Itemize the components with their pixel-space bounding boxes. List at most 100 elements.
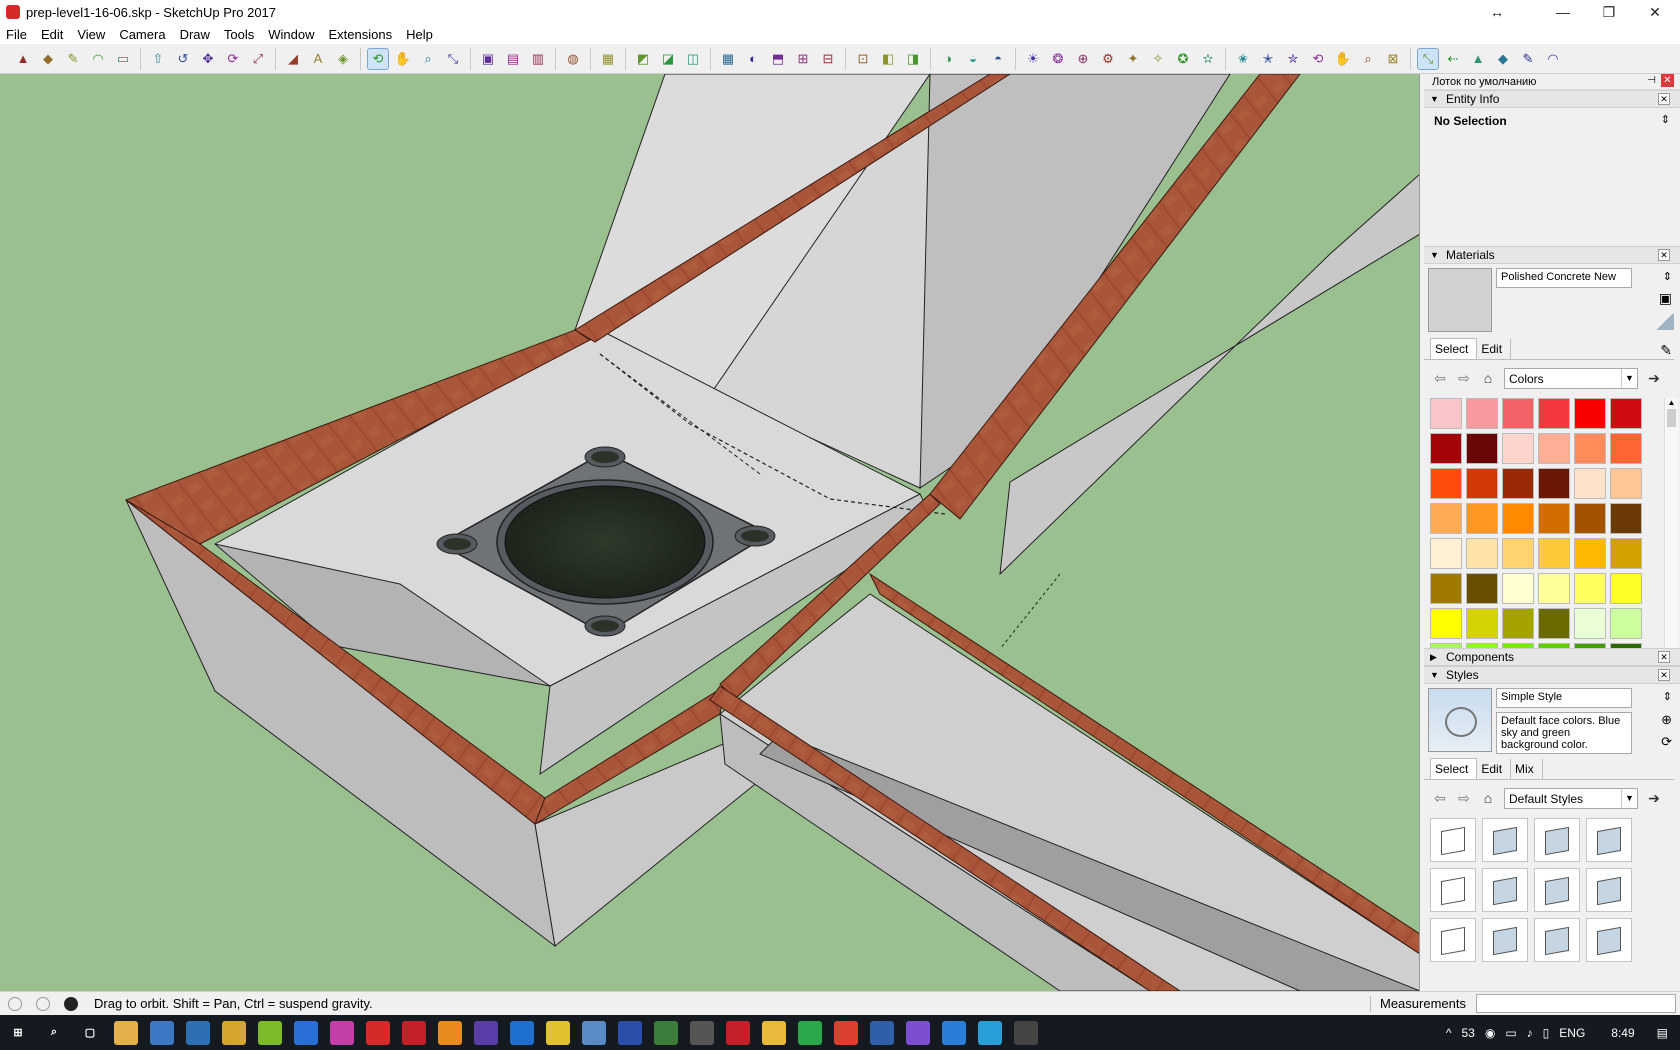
material-library-select[interactable]: Colors ▼ xyxy=(1504,367,1638,389)
materials-scrollbar[interactable]: ▲ xyxy=(1664,398,1678,648)
pin-icon[interactable]: ⊣ xyxy=(1647,75,1656,86)
photoshop-icon[interactable] xyxy=(294,1020,318,1045)
export-7-tool-button[interactable]: ⊠ xyxy=(1382,48,1404,70)
xray-tool-button[interactable]: ⊡ xyxy=(852,48,874,70)
shaded-tool-button[interactable]: ◒ xyxy=(962,48,984,70)
style-thumbnail[interactable] xyxy=(1430,868,1476,912)
warehouse-tool-button[interactable]: ▣ xyxy=(477,48,499,70)
language-indicator[interactable]: ENG xyxy=(1559,1026,1585,1040)
app-hand-icon[interactable] xyxy=(222,1020,246,1045)
tape-measure-tool-button[interactable]: ◢ xyxy=(282,48,304,70)
color-swatch[interactable] xyxy=(1538,608,1570,639)
menu-draw[interactable]: Draw xyxy=(180,27,210,42)
home-icon[interactable]: ⌂ xyxy=(1480,370,1496,386)
scroll-thumb[interactable] xyxy=(1667,409,1676,427)
color-swatch[interactable] xyxy=(1610,608,1642,639)
select-tool-button[interactable]: ▲ xyxy=(12,48,34,70)
export-4-tool-button[interactable]: ⟲ xyxy=(1307,48,1329,70)
menu-tools[interactable]: Tools xyxy=(224,27,254,42)
style-thumbnail[interactable] xyxy=(1482,818,1528,862)
app-ball-icon[interactable] xyxy=(690,1020,714,1045)
eraser-tool-button[interactable]: ◆ xyxy=(37,48,59,70)
tab-select[interactable]: Select xyxy=(1430,758,1478,779)
color-swatch[interactable] xyxy=(1538,398,1570,429)
tab-edit[interactable]: Edit xyxy=(1477,759,1512,779)
section-fill-tool-button[interactable]: ⬒ xyxy=(767,48,789,70)
zoom-extents-tool-button[interactable]: ⤡ xyxy=(442,48,464,70)
style-thumbnail[interactable] xyxy=(1430,818,1476,862)
back-arrow-icon[interactable]: ⇦ xyxy=(1432,790,1448,807)
export-2-tool-button[interactable]: ✭ xyxy=(1257,48,1279,70)
app-monitor-icon[interactable] xyxy=(186,1020,210,1045)
zoom-2-tool-button[interactable]: ▲ xyxy=(1467,48,1489,70)
explorer-icon[interactable] xyxy=(114,1020,138,1045)
clock[interactable]: 8:49 xyxy=(1611,1026,1634,1040)
color-swatch[interactable] xyxy=(1610,468,1642,499)
paint-bucket-tool-button[interactable]: ◈ xyxy=(332,48,354,70)
components-header[interactable]: ▶ Components ✕ xyxy=(1424,648,1680,666)
zoom-window-tool-button[interactable]: ◆ xyxy=(1492,48,1514,70)
zoom-extents-2-tool-button[interactable]: ✎ xyxy=(1517,48,1539,70)
menu-view[interactable]: View xyxy=(77,27,105,42)
back-edges-tool-button[interactable]: ◧ xyxy=(877,48,899,70)
style-name-field[interactable]: Simple Style xyxy=(1496,688,1632,708)
color-swatch[interactable] xyxy=(1538,573,1570,604)
color-swatch[interactable] xyxy=(1466,573,1498,604)
export-5-tool-button[interactable]: ✋ xyxy=(1332,48,1354,70)
color-swatch[interactable] xyxy=(1610,573,1642,604)
color-swatch[interactable] xyxy=(1430,573,1462,604)
menu-help[interactable]: Help xyxy=(406,27,433,42)
menu-extensions[interactable]: Extensions xyxy=(329,27,393,42)
details-icon[interactable]: ➔ xyxy=(1646,790,1662,807)
user-account-icon[interactable] xyxy=(64,996,78,1011)
app-green-icon[interactable] xyxy=(258,1020,282,1045)
style-preview-thumbnail[interactable] xyxy=(1428,688,1492,752)
app-chat-icon[interactable] xyxy=(798,1020,822,1045)
walk-tool-button[interactable]: ☀ xyxy=(1022,48,1044,70)
forward-arrow-icon[interactable]: ⇨ xyxy=(1456,790,1472,807)
color-swatch[interactable] xyxy=(1430,608,1462,639)
app-mail-icon[interactable] xyxy=(834,1020,858,1045)
fog-tool-button[interactable]: ⚙ xyxy=(1097,48,1119,70)
create-style-icon[interactable]: ⊕ xyxy=(1661,712,1672,728)
textured-tool-button[interactable]: ◓ xyxy=(987,48,1009,70)
entity-info-close-icon[interactable]: ✕ xyxy=(1658,93,1670,105)
color-swatch[interactable] xyxy=(1466,608,1498,639)
color-swatch[interactable] xyxy=(1430,398,1462,429)
styles-close-icon[interactable]: ✕ xyxy=(1658,669,1670,681)
push-pull-tool-button[interactable]: ⇧ xyxy=(147,48,169,70)
details-arrow-icon[interactable]: ⇕ xyxy=(1663,690,1672,703)
tab-edit[interactable]: Edit xyxy=(1477,339,1512,359)
color-swatch[interactable] xyxy=(1502,398,1534,429)
globe-tool-button[interactable]: ✪ xyxy=(1172,48,1194,70)
default-material-icon[interactable] xyxy=(1654,314,1674,330)
pencil-tool-button[interactable]: ✎ xyxy=(62,48,84,70)
arc-tool-button[interactable]: ◠ xyxy=(87,48,109,70)
materials-close-icon[interactable]: ✕ xyxy=(1658,249,1670,261)
style-thumbnail[interactable] xyxy=(1586,918,1632,962)
move-tool-button[interactable]: ✥ xyxy=(197,48,219,70)
section-plane-tool-button[interactable]: ▦ xyxy=(717,48,739,70)
notifications-icon[interactable]: ▤ xyxy=(1657,1026,1668,1040)
style-thumbnail[interactable] xyxy=(1482,868,1528,912)
share-model-tool-button[interactable]: ▥ xyxy=(527,48,549,70)
position-camera-tool-button[interactable]: ⊟ xyxy=(817,48,839,70)
color-swatch[interactable] xyxy=(1466,503,1498,534)
style-thumbnail[interactable] xyxy=(1534,868,1580,912)
section-display-tool-button[interactable]: ◐ xyxy=(742,48,764,70)
color-swatch[interactable] xyxy=(1574,608,1606,639)
menu-edit[interactable]: Edit xyxy=(41,27,63,42)
tab-mix[interactable]: Mix xyxy=(1511,759,1543,779)
menu-file[interactable]: File xyxy=(6,27,27,42)
color-swatch[interactable] xyxy=(1538,468,1570,499)
model-viewport[interactable] xyxy=(0,74,1420,991)
follow-me-tool-button[interactable]: ↺ xyxy=(172,48,194,70)
app-gear-icon[interactable] xyxy=(150,1020,174,1045)
shadows-tool-button[interactable]: ⊕ xyxy=(1072,48,1094,70)
color-swatch[interactable] xyxy=(1502,573,1534,604)
battery-icon[interactable]: ▯ xyxy=(1543,1026,1550,1040)
forward-arrow-icon[interactable]: ⇨ xyxy=(1456,370,1472,387)
entity-info-details-icon[interactable]: ⇕ xyxy=(1661,113,1670,126)
tray-close-icon[interactable]: ✕ xyxy=(1661,74,1674,87)
style-thumbnail[interactable] xyxy=(1482,918,1528,962)
